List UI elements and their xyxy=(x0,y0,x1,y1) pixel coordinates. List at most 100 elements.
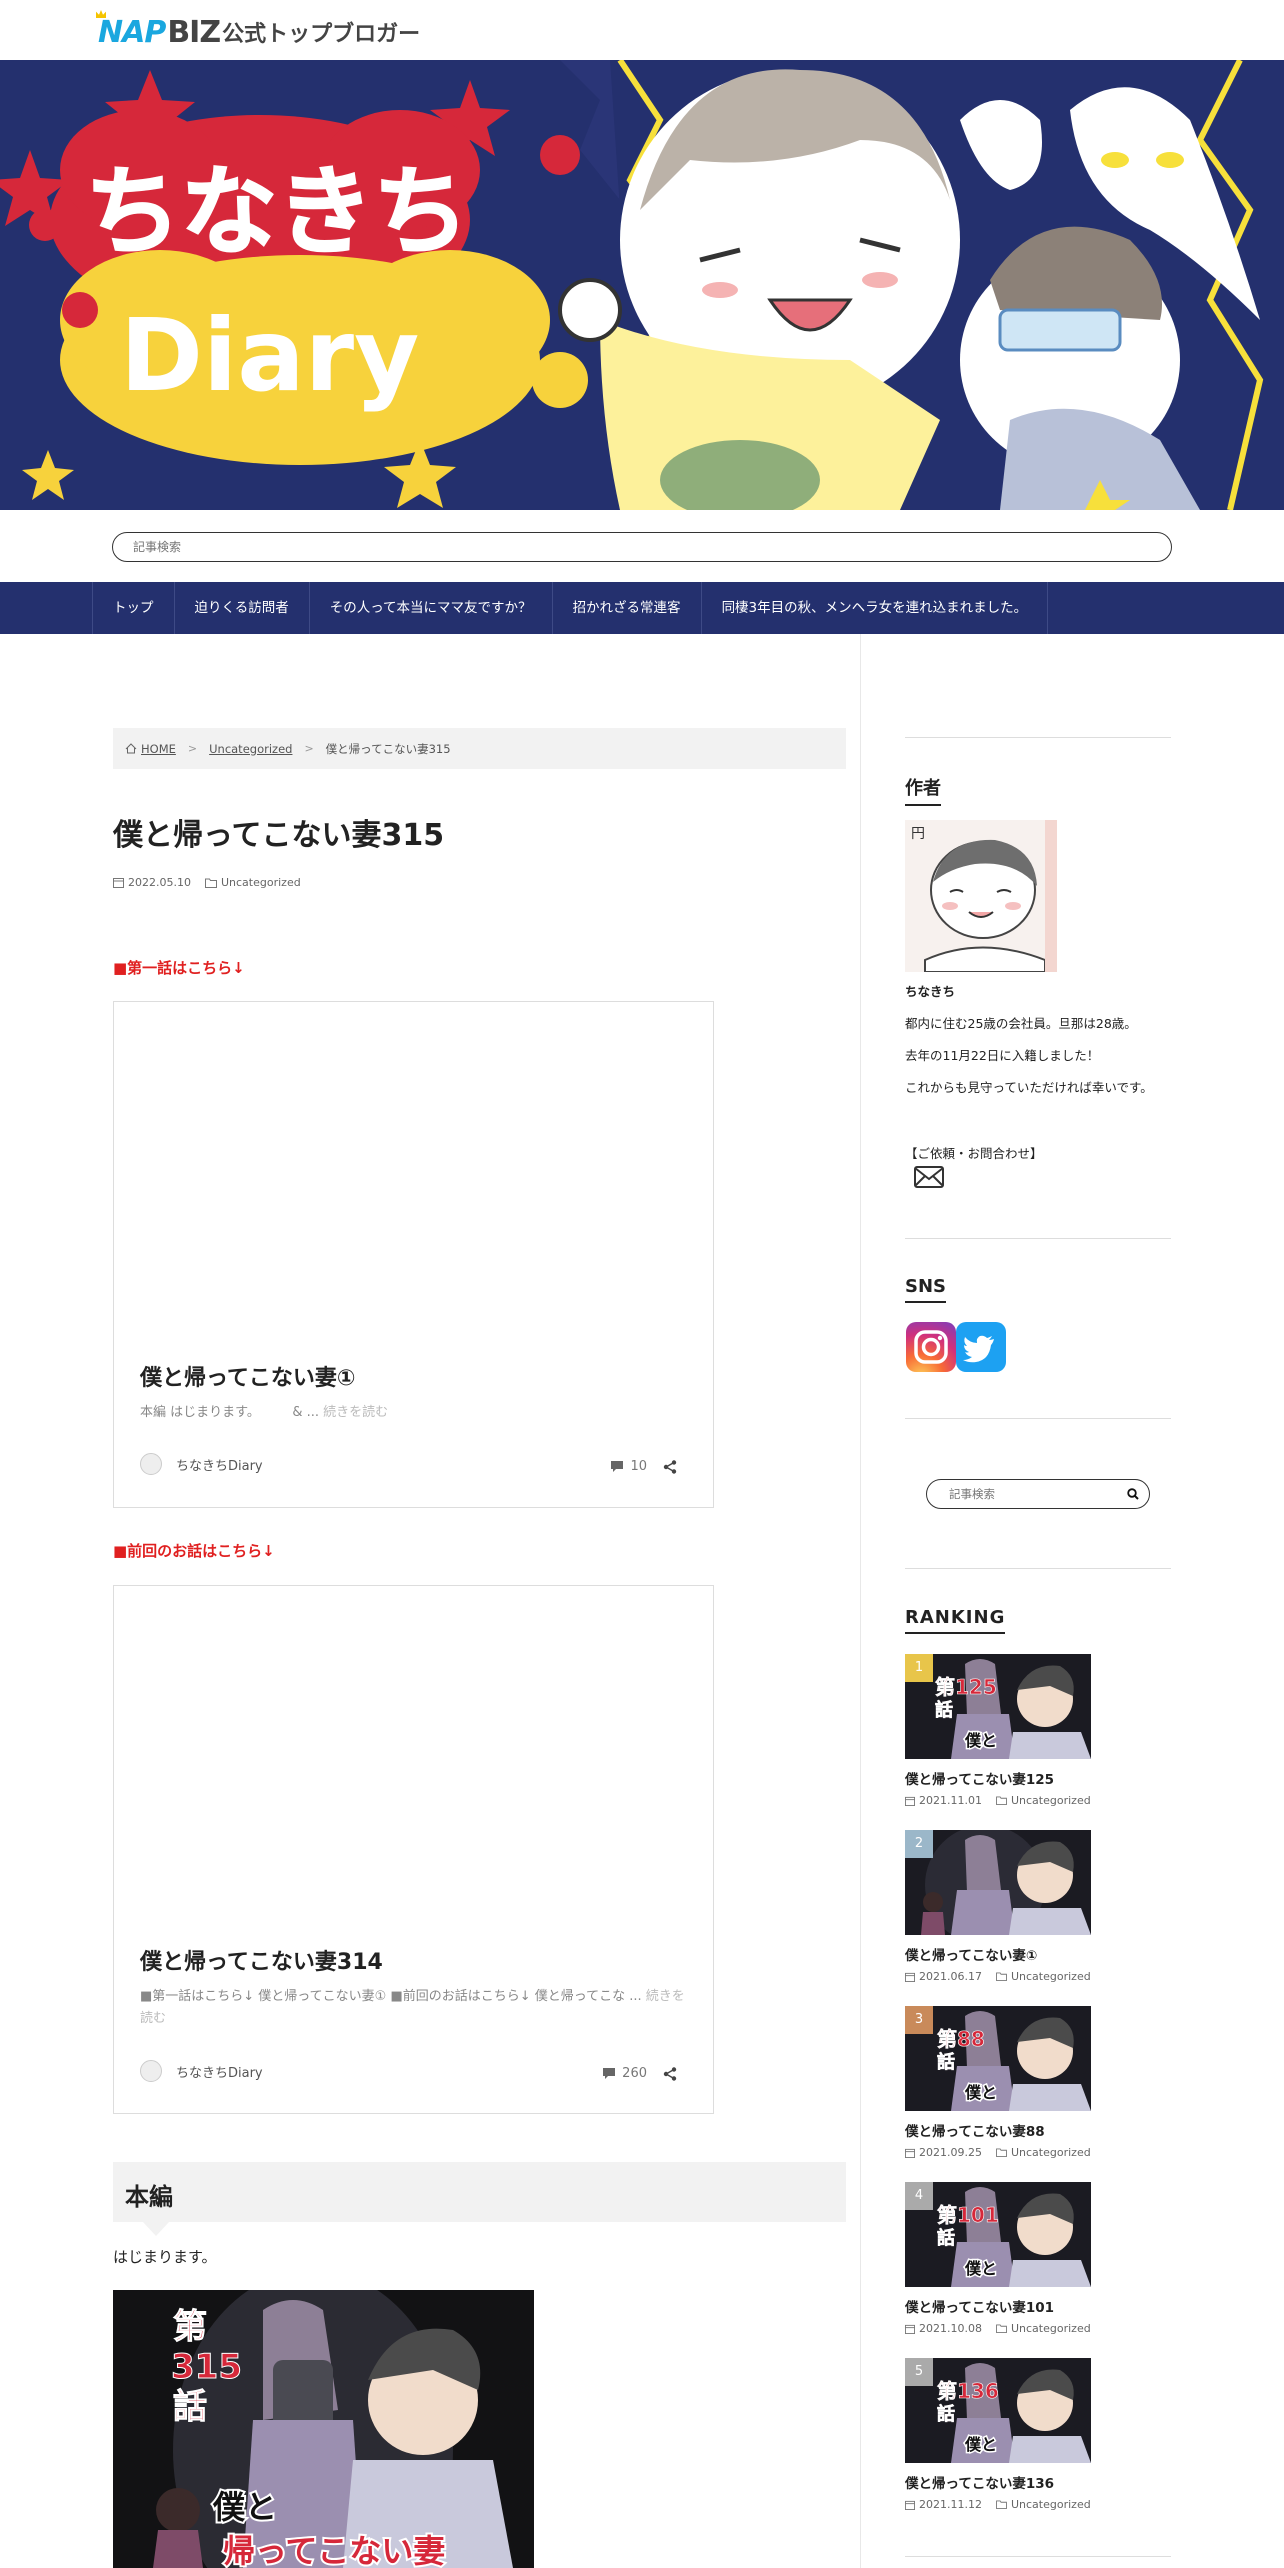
logo-nap: NAP xyxy=(98,14,166,50)
svg-text:話: 話 xyxy=(935,1699,953,1721)
sidebar-divider xyxy=(905,1418,1171,1419)
card-stats: 260 xyxy=(602,2066,683,2081)
folder-icon xyxy=(204,878,217,888)
svg-text:話: 話 xyxy=(937,2051,955,2073)
calendar-icon xyxy=(905,2500,915,2510)
svg-text:僕と: 僕と xyxy=(212,2488,277,2526)
contact-label: 【ご依頼・お問合わせ】 xyxy=(905,1146,1043,1161)
sidebar-divider xyxy=(905,1238,1171,1239)
napbiz-logo[interactable]: NAP BIZ 公式トップブロガー xyxy=(96,10,421,50)
ranking-thumbnail[interactable]: 第101 話 僕と 4 xyxy=(905,2182,1091,2287)
ranking-meta: 2021.06.17 Uncategorized xyxy=(905,1970,1091,1983)
ranking-thumbnail[interactable]: 第125 話 僕と 1 xyxy=(905,1654,1091,1759)
calendar-icon xyxy=(905,1972,915,1982)
card-author: ちなきちDiary xyxy=(140,1453,263,1475)
breadcrumb-home[interactable]: HOME xyxy=(141,742,176,756)
ranking-meta: 2021.11.01 Uncategorized xyxy=(905,1794,1091,1807)
avatar xyxy=(140,2060,162,2082)
nav-item-mamatomo[interactable]: その人って本当にママ友ですか？ xyxy=(308,582,552,634)
previous-episode-label: ■前回のお話はこちら↓ xyxy=(113,1542,275,1560)
svg-text:第88: 第88 xyxy=(937,2027,985,2051)
sidebar-divider xyxy=(905,737,1171,738)
embed-card-previous[interactable]: 僕と帰ってこない妻314 ■第一話はこちら↓ 僕と帰ってこない妻① ■前回のお話… xyxy=(113,1585,714,2114)
comic-image: 第 315 話 僕と 帰ってこない妻 xyxy=(113,2290,534,2568)
header-search[interactable] xyxy=(112,532,1172,562)
share-icon[interactable] xyxy=(663,2066,677,2081)
ranking-item[interactable]: 第88 話 僕と 3 僕と帰ってこない妻88 2021.09.25 Uncate… xyxy=(905,2006,1171,2166)
nav-item-top[interactable]: トップ xyxy=(92,582,174,634)
card-excerpt: 本編 はじまります。 & ... 続きを読む xyxy=(140,1405,389,1420)
hero-banner[interactable]: ちなきち Diary xyxy=(0,60,1284,510)
breadcrumb: HOME > Uncategorized > 僕と帰ってこない妻315 xyxy=(113,728,846,769)
breadcrumb-current: 僕と帰ってこない妻315 xyxy=(325,741,451,756)
svg-text:第125: 第125 xyxy=(935,1675,997,1699)
folder-icon xyxy=(996,2148,1007,2157)
ranking-item[interactable]: 2 僕と帰ってこない妻① 2021.06.17 Uncategorized xyxy=(905,1830,1171,1990)
embed-card-first[interactable]: 僕と帰ってこない妻① 本編 はじまります。 & ... 続きを読む ちなきちDi… xyxy=(113,1001,714,1508)
ranking-item[interactable]: 第136 話 僕と 5 僕と帰ってこない妻136 2021.11.12 Unca… xyxy=(905,2358,1171,2518)
ranking-title[interactable]: 僕と帰ってこない妻88 xyxy=(905,2120,1045,2140)
post-date: 2022.05.10 xyxy=(128,876,191,889)
ranking-title[interactable]: 僕と帰ってこない妻① xyxy=(905,1944,1037,1964)
search-icon[interactable] xyxy=(1127,1488,1139,1500)
rank-badge: 2 xyxy=(905,1830,933,1858)
nav-item-visitor[interactable]: 迫りくる訪問者 xyxy=(173,582,309,634)
svg-text:帰ってこない妻: 帰ってこない妻 xyxy=(223,2532,445,2568)
comment-count: 10 xyxy=(630,1459,647,1474)
card-title[interactable]: 僕と帰ってこない妻① xyxy=(140,1360,356,1392)
folder-icon xyxy=(996,2500,1007,2509)
card-author: ちなきちDiary xyxy=(140,2060,263,2082)
sns-widget-title: SNS xyxy=(905,1276,946,1303)
breadcrumb-category[interactable]: Uncategorized xyxy=(209,742,292,756)
author-name: ちなきち xyxy=(905,984,956,999)
ranking-thumbnail[interactable]: 第136 話 僕と 5 xyxy=(905,2358,1091,2463)
twitter-icon[interactable] xyxy=(956,1322,1006,1372)
folder-icon xyxy=(996,2324,1007,2333)
post-meta: 2022.05.10 Uncategorized xyxy=(113,876,315,889)
svg-text:第136: 第136 xyxy=(937,2379,999,2403)
intro-text: はじまります。 xyxy=(113,2248,217,2266)
ranking-title[interactable]: 僕と帰ってこない妻136 xyxy=(905,2472,1054,2492)
ranking-title[interactable]: 僕と帰ってこない妻101 xyxy=(905,2296,1054,2316)
svg-text:僕と: 僕と xyxy=(964,2435,997,2454)
author-bio-3: これからも見守っていただければ幸いです。 xyxy=(905,1080,1153,1095)
author-avatar: 円 xyxy=(905,820,1057,972)
author-bio-2: 去年の11月22日に入籍しました！ xyxy=(905,1048,1100,1063)
ranking-title[interactable]: 僕と帰ってこない妻125 xyxy=(905,1768,1054,1788)
sidebar-divider xyxy=(905,1568,1171,1569)
svg-text:話: 話 xyxy=(937,2227,955,2249)
ranking-item[interactable]: 第125 話 僕と 1 僕と帰ってこない妻125 2021.11.01 Unca… xyxy=(905,1654,1171,1814)
sidebar-search-input[interactable] xyxy=(927,1480,1107,1508)
mail-icon[interactable] xyxy=(914,1166,944,1188)
chevron-right-icon: > xyxy=(304,742,314,755)
logo-subtitle: 公式トップブロガー xyxy=(222,22,421,47)
sidebar-search[interactable] xyxy=(926,1479,1150,1509)
nav-item-regular[interactable]: 招かれざる常連客 xyxy=(551,582,701,634)
svg-text:第: 第 xyxy=(173,2307,207,2347)
calendar-icon xyxy=(113,878,124,888)
share-icon[interactable] xyxy=(663,1459,677,1474)
post-category[interactable]: Uncategorized xyxy=(221,876,301,889)
chevron-right-icon: > xyxy=(187,742,198,755)
author-bio-1: 都内に住む25歳の会社員。旦那は28歳。 xyxy=(905,1016,1137,1031)
ranking-thumbnail[interactable]: 2 xyxy=(905,1830,1091,1935)
section-heading: 本編 xyxy=(113,2162,846,2236)
folder-icon xyxy=(996,1796,1007,1805)
svg-text:僕と: 僕と xyxy=(964,2259,997,2278)
card-title[interactable]: 僕と帰ってこない妻314 xyxy=(140,1944,383,1976)
ranking-item[interactable]: 第101 話 僕と 4 僕と帰ってこない妻101 2021.10.08 Unca… xyxy=(905,2182,1171,2342)
page-title: 僕と帰ってこない妻315 xyxy=(113,818,445,853)
search-input[interactable] xyxy=(113,533,1171,561)
logo-biz: BIZ xyxy=(167,14,221,50)
ranking-thumbnail[interactable]: 第88 話 僕と 3 xyxy=(905,2006,1091,2111)
calendar-icon xyxy=(905,2324,915,2334)
read-more-link[interactable]: 続きを読む xyxy=(323,1405,388,1420)
svg-text:話: 話 xyxy=(937,2403,955,2425)
top-bar: NAP BIZ 公式トップブロガー xyxy=(0,0,1284,60)
nav-item-menhera[interactable]: 同棲3年目の秋、メンヘラ女を連れ込まれました。 xyxy=(700,582,1049,634)
svg-text:僕と: 僕と xyxy=(964,2083,997,2102)
instagram-icon[interactable] xyxy=(906,1322,956,1372)
author-widget-title: 作者 xyxy=(905,774,941,806)
svg-text:円: 円 xyxy=(911,826,925,842)
svg-text:315: 315 xyxy=(171,2347,242,2387)
